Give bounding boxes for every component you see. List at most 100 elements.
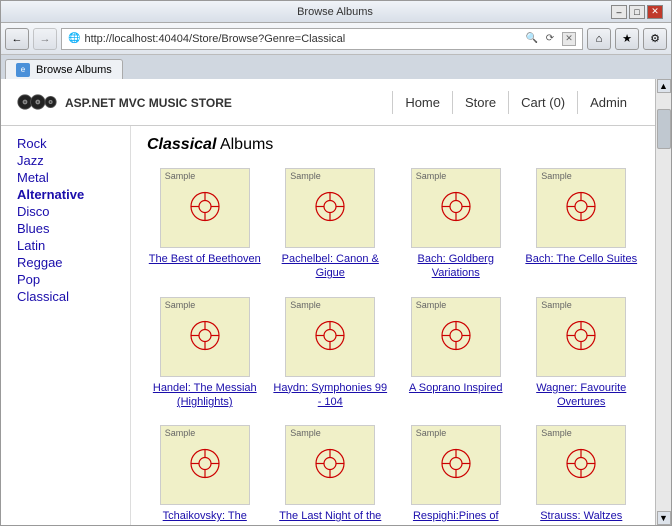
album-thumbnail: Sample — [536, 425, 626, 505]
site-title: ASP.NET MVC MUSIC STORE — [65, 96, 232, 110]
logo-area: ASP.NET MVC MUSIC STORE — [17, 87, 232, 117]
album-thumbnail: Sample — [160, 297, 250, 377]
close-button[interactable]: ✕ — [647, 5, 663, 19]
crosshair-icon — [310, 315, 350, 358]
crosshair-icon — [185, 187, 225, 230]
album-item: Sample Pachelbel: Canon & Gigue — [273, 168, 389, 281]
site-nav: Home Store Cart (0) Admin — [392, 91, 639, 114]
nav-home[interactable]: Home — [392, 91, 452, 114]
album-name[interactable]: Pachelbel: Canon & Gigue — [273, 252, 389, 281]
minimize-button[interactable]: – — [611, 5, 627, 19]
thumb-label: Sample — [161, 298, 200, 312]
crosshair-icon — [561, 444, 601, 487]
refresh-button[interactable]: ⟳ — [542, 31, 558, 47]
album-thumbnail: Sample — [536, 297, 626, 377]
album-name[interactable]: A Soprano Inspired — [409, 381, 503, 395]
album-name[interactable]: The Best of Beethoven — [149, 252, 261, 266]
tabs-bar: e Browse Albums — [1, 55, 671, 79]
crosshair-icon — [561, 315, 601, 358]
content-area: Classical Albums Sample The Best of Beet… — [131, 126, 655, 525]
album-grid: Sample The Best of Beethoven Sample — [147, 168, 639, 525]
sidebar-item-reggae[interactable]: Reggae — [17, 255, 114, 270]
album-name[interactable]: Haydn: Symphonies 99 - 104 — [273, 381, 389, 410]
thumb-label: Sample — [161, 169, 200, 183]
nav-extras: ⌂ ★ ⚙ — [587, 28, 667, 50]
album-item: Sample The Best of Beethoven — [147, 168, 263, 281]
window-controls: – □ ✕ — [611, 5, 663, 19]
page-title: Classical Albums — [147, 136, 639, 154]
tools-button[interactable]: ⚙ — [643, 28, 667, 50]
scroll-down[interactable]: ▼ — [657, 511, 671, 525]
album-name[interactable]: Handel: The Messiah (Highlights) — [147, 381, 263, 410]
sidebar: Rock Jazz Metal Alternative Disco Blues … — [1, 126, 131, 525]
thumb-label: Sample — [537, 426, 576, 440]
album-thumbnail: Sample — [411, 425, 501, 505]
genre-name: Classical — [147, 136, 216, 153]
active-tab[interactable]: e Browse Albums — [5, 59, 123, 79]
sidebar-item-jazz[interactable]: Jazz — [17, 153, 114, 168]
back-button[interactable]: ← — [5, 28, 29, 50]
album-name[interactable]: Tchaikovsky: The Nutcracker — [147, 509, 263, 525]
stop-button[interactable]: ✕ — [562, 32, 576, 46]
scrollbar-thumb[interactable] — [657, 109, 671, 149]
sidebar-item-alternative[interactable]: Alternative — [17, 187, 114, 202]
album-item: Sample Strauss: Waltzes — [524, 425, 640, 525]
thumb-label: Sample — [412, 298, 451, 312]
album-name[interactable]: Bach: The Cello Suites — [525, 252, 637, 266]
album-name[interactable]: Strauss: Waltzes — [540, 509, 622, 523]
album-item: Sample Tchaikovsky: The Nutcracker — [147, 425, 263, 525]
album-item: Sample Wagner: Favourite Overtures — [524, 297, 640, 410]
site-header: ASP.NET MVC MUSIC STORE Home Store Cart … — [1, 79, 655, 126]
scroll-up[interactable]: ▲ — [657, 79, 671, 93]
page-content: ASP.NET MVC MUSIC STORE Home Store Cart … — [1, 79, 655, 525]
sidebar-item-classical[interactable]: Classical — [17, 289, 114, 304]
album-thumbnail: Sample — [160, 168, 250, 248]
thumb-label: Sample — [286, 298, 325, 312]
sidebar-item-rock[interactable]: Rock — [17, 136, 114, 151]
album-item: Sample A Soprano Inspired — [398, 297, 514, 410]
thumb-label: Sample — [412, 169, 451, 183]
home-nav-button[interactable]: ⌂ — [587, 28, 611, 50]
maximize-button[interactable]: □ — [629, 5, 645, 19]
album-name[interactable]: Respighi:Pines of Rome — [398, 509, 514, 525]
crosshair-icon — [310, 444, 350, 487]
album-item: Sample Haydn: Symphonies 99 - 104 — [273, 297, 389, 410]
address-bar[interactable]: 🌐 http://localhost:40404/Store/Browse?Ge… — [61, 28, 583, 50]
tab-favicon: e — [16, 63, 30, 77]
album-thumbnail: Sample — [411, 297, 501, 377]
thumb-label: Sample — [412, 426, 451, 440]
album-name[interactable]: The Last Night of the Proms — [273, 509, 389, 525]
thumb-label: Sample — [286, 426, 325, 440]
album-item: Sample Respighi:Pines of Rome — [398, 425, 514, 525]
title-bar: Browse Albums – □ ✕ — [1, 1, 671, 23]
album-item: Sample Handel: The Messiah (Highlights) — [147, 297, 263, 410]
thumb-label: Sample — [286, 169, 325, 183]
crosshair-icon — [561, 187, 601, 230]
album-name[interactable]: Bach: Goldberg Variations — [398, 252, 514, 281]
sidebar-item-disco[interactable]: Disco — [17, 204, 114, 219]
crosshair-icon — [436, 187, 476, 230]
nav-store[interactable]: Store — [452, 91, 508, 114]
crosshair-icon — [185, 315, 225, 358]
album-item: Sample The Last Night of the Proms — [273, 425, 389, 525]
sidebar-item-metal[interactable]: Metal — [17, 170, 114, 185]
album-thumbnail: Sample — [285, 425, 375, 505]
sidebar-item-latin[interactable]: Latin — [17, 238, 114, 253]
nav-admin[interactable]: Admin — [577, 91, 639, 114]
favorites-button[interactable]: ★ — [615, 28, 639, 50]
forward-button[interactable]: → — [33, 28, 57, 50]
sidebar-item-blues[interactable]: Blues — [17, 221, 114, 236]
nav-cart[interactable]: Cart (0) — [508, 91, 577, 114]
album-thumbnail: Sample — [160, 425, 250, 505]
scrollbar: ▲ ▼ — [655, 79, 671, 525]
album-thumbnail: Sample — [411, 168, 501, 248]
tab-label: Browse Albums — [36, 64, 112, 76]
album-name[interactable]: Wagner: Favourite Overtures — [524, 381, 640, 410]
sidebar-item-pop[interactable]: Pop — [17, 272, 114, 287]
title-suffix: Albums — [216, 136, 273, 153]
album-item: Sample Bach: The Cello Suites — [524, 168, 640, 281]
crosshair-icon — [185, 444, 225, 487]
address-icon: 🌐 — [68, 33, 80, 44]
crosshair-icon — [436, 315, 476, 358]
album-thumbnail: Sample — [536, 168, 626, 248]
